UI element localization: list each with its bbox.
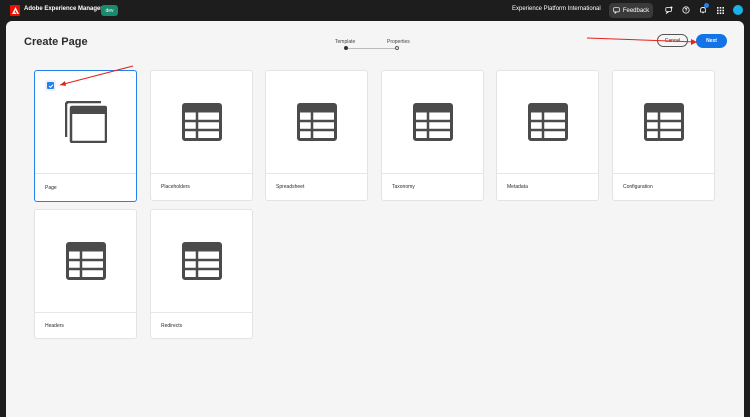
template-card-metadata[interactable]: Metadata [496,70,599,201]
step-properties-dot [395,46,399,50]
template-card-redirects[interactable]: Redirects [150,209,253,339]
whats-new-icon[interactable] [664,5,674,15]
template-card-placeholders[interactable]: Placeholders [150,70,253,201]
template-thumbnail [151,71,252,174]
page-template-icon [64,101,107,143]
checkmark-icon [48,83,53,88]
template-card-page[interactable]: Page [34,70,137,202]
feedback-icon [613,7,620,14]
user-avatar[interactable] [733,5,743,15]
table-template-icon [296,103,337,141]
template-thumbnail [382,71,483,174]
app-title[interactable]: Adobe Experience Manager [24,6,103,12]
table-template-icon [643,103,684,141]
step-template-dot [344,46,348,50]
org-switcher[interactable]: Experience Platform International [512,6,601,12]
template-thumbnail [266,71,367,174]
table-template-icon [181,242,222,280]
template-label: Redirects [161,323,183,329]
template-card-taxonomy[interactable]: Taxonomy [381,70,484,201]
page-title: Create Page [24,36,88,48]
table-template-icon [181,103,222,141]
template-label: Page [45,185,57,191]
template-label: Configuration [623,184,653,190]
cancel-button[interactable]: Cancel [657,34,688,47]
wizard-step-line [346,48,397,49]
create-page-wizard: Create Page Template Properties Cancel N… [6,21,744,417]
app-switcher-grid-icon[interactable] [715,5,725,15]
template-thumbnail [497,71,598,174]
template-card-configuration[interactable]: Configuration [612,70,715,201]
template-label: Metadata [507,184,528,190]
template-thumbnail [613,71,714,174]
notification-badge [704,3,709,8]
step-template-label: Template [335,39,356,45]
template-checkbox[interactable] [45,80,56,91]
top-bar: Adobe Experience Manager dev Experience … [0,0,750,21]
table-template-icon [65,242,106,280]
template-thumbnail [151,210,252,313]
environment-badge: dev [101,5,118,16]
next-button[interactable]: Next [696,34,727,48]
step-properties-label: Properties [387,39,410,45]
table-template-icon [412,103,453,141]
table-template-icon [527,103,568,141]
template-label: Taxonomy [392,184,415,190]
feedback-label: Feedback [622,7,650,14]
template-label: Headers [45,323,64,329]
template-label: Spreadsheet [276,184,305,190]
help-icon[interactable] [681,5,691,15]
template-label: Placeholders [161,184,190,190]
template-card-spreadsheet[interactable]: Spreadsheet [265,70,368,201]
adobe-logo-icon[interactable] [10,5,20,16]
feedback-button[interactable]: Feedback [609,3,653,18]
template-card-headers[interactable]: Headers [34,209,137,339]
template-thumbnail [35,210,136,313]
